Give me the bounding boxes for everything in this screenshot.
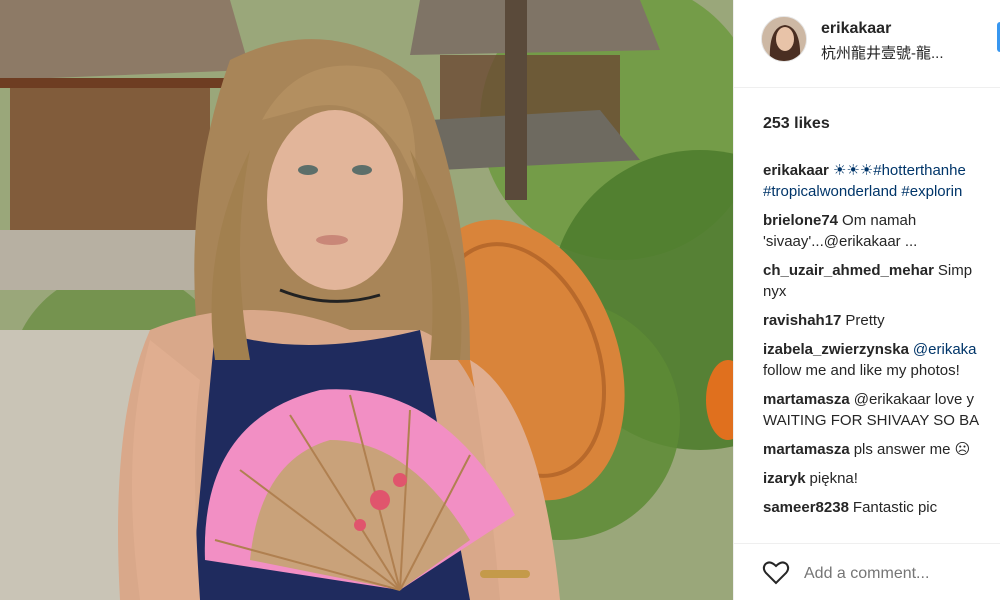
comment-text-cont: WAITING FOR SHIVAAY SO BA — [763, 412, 980, 429]
likes-count[interactable]: 253 likes — [763, 115, 830, 133]
add-comment-input[interactable] — [804, 563, 984, 585]
comment-item: brielone74 Om namah 'sivaay'...@erikakaar… — [763, 210, 1000, 252]
comments-list: erikakaar ☀☀☀#hotterthanhe #tropicalwonde… — [763, 160, 1000, 526]
comment-username[interactable]: martamasza — [763, 391, 850, 408]
comment-username[interactable]: brielone74 — [763, 212, 838, 229]
comment-text: Fantastic pic — [852, 499, 938, 516]
comment-text: Om namah — [842, 212, 917, 229]
comment-text-cont: follow me and like my photos! — [763, 362, 960, 379]
comment-item: izabela_zwierzynska @erikaka follow me an… — [763, 339, 1000, 381]
avatar[interactable] — [761, 16, 807, 62]
comment-item: erikakaar ☀☀☀#hotterthanhe #tropicalwonde… — [763, 160, 1000, 202]
post-details-panel: erikakaar 杭州龍井壹號-龍... 253 likes erikakaa… — [733, 0, 1000, 600]
post-photo-illustration — [0, 0, 733, 600]
post-photo[interactable] — [0, 0, 733, 600]
comment-item: ravishah17 Pretty — [763, 310, 1000, 331]
comment-text[interactable]: ☀☀☀#hotterthanhe — [833, 162, 966, 179]
comment-username[interactable]: ch_uzair_ahmed_mehar — [763, 262, 934, 279]
comment-mention[interactable]: @erikaka — [913, 341, 977, 358]
post-header: erikakaar 杭州龍井壹號-龍... — [734, 0, 1000, 88]
comment-username[interactable]: sameer8238 — [763, 499, 849, 516]
comment-text: Simp — [937, 262, 973, 279]
comment-item: martamasza @erikakaar love y WAITING FOR … — [763, 389, 1000, 431]
comment-username[interactable]: ravishah17 — [763, 312, 841, 329]
comment-item: martamasza pls answer me ☹ — [763, 439, 1000, 460]
comment-text: @erikakaar love y — [853, 391, 974, 408]
comment-text: Pretty — [845, 312, 885, 329]
comment-item: sameer8238 Fantastic pic — [763, 497, 1000, 518]
add-comment-bar — [734, 543, 1000, 600]
comment-item: ch_uzair_ahmed_mehar Simp nyx — [763, 260, 1000, 302]
comment-username[interactable]: erikakaar — [763, 162, 829, 179]
comment-item: izaryk piękna! — [763, 468, 1000, 489]
post-username[interactable]: erikakaar — [821, 20, 891, 38]
comment-text-cont: 'sivaay'...@erikakaar ... — [763, 233, 918, 250]
comment-text-cont: nyx — [763, 283, 787, 300]
heart-outline-icon[interactable] — [762, 560, 790, 585]
comment-text: pls answer me ☹ — [853, 441, 971, 458]
comment-text-cont[interactable]: #tropicalwonderland #explorin — [763, 181, 1000, 202]
comment-username[interactable]: izaryk — [763, 470, 806, 487]
post-location[interactable]: 杭州龍井壹號-龍... — [821, 42, 944, 63]
comment-text: piękna! — [809, 470, 858, 487]
comment-username[interactable]: martamasza — [763, 441, 850, 458]
comment-username[interactable]: izabela_zwierzynska — [763, 341, 909, 358]
